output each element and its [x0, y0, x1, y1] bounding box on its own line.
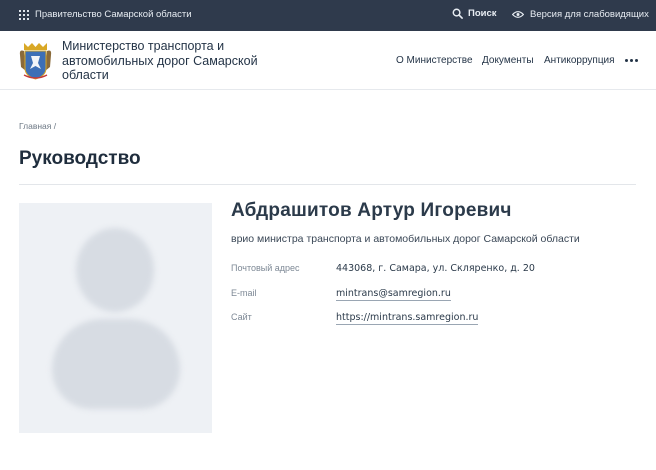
- grid-icon: [19, 9, 29, 20]
- postal-address-label: Почтовый адрес: [231, 263, 300, 273]
- email-label: E-mail: [231, 288, 257, 298]
- postal-address-value: 443068, г. Самара, ул. Скляренко, д. 20: [336, 263, 535, 274]
- search-label: Поиск: [468, 8, 497, 19]
- website-link[interactable]: https://mintrans.samregion.ru: [336, 312, 479, 325]
- more-menu-icon[interactable]: [625, 59, 638, 62]
- government-link[interactable]: Правительство Самарской области: [19, 9, 192, 20]
- nav-anticorruption[interactable]: Антикоррупция: [544, 55, 615, 66]
- email-link[interactable]: mintrans@samregion.ru: [336, 288, 451, 301]
- search-button[interactable]: Поиск: [452, 8, 497, 19]
- accessibility-version-button[interactable]: Версия для слабовидящих: [512, 9, 649, 20]
- accessibility-version-label: Версия для слабовидящих: [530, 9, 649, 20]
- avatar-head: [76, 228, 154, 312]
- government-link-label: Правительство Самарской области: [35, 9, 192, 20]
- nav-about-ministry[interactable]: О Министерстве: [396, 55, 473, 66]
- avatar-body: [52, 319, 180, 409]
- ministry-name[interactable]: Министерство транспорта и автомобильных …: [62, 39, 272, 83]
- site-header: Министерство транспорта и автомобильных …: [0, 31, 656, 90]
- website-label: Сайт: [231, 312, 252, 322]
- top-bar: Правительство Самарской области Поиск Ве…: [0, 0, 656, 31]
- person-photo-placeholder: [19, 203, 212, 433]
- person-position: врио министра транспорта и автомобильных…: [231, 233, 580, 245]
- page-title: Руководство: [19, 148, 141, 169]
- eye-icon: [512, 11, 524, 18]
- nav-documents[interactable]: Документы: [482, 55, 534, 66]
- breadcrumb[interactable]: Главная /: [19, 121, 56, 131]
- person-name: Абдрашитов Артур Игоревич: [231, 200, 512, 221]
- samara-coat-of-arms-icon[interactable]: [19, 41, 52, 81]
- title-divider: [19, 184, 636, 185]
- search-icon: [452, 8, 463, 19]
